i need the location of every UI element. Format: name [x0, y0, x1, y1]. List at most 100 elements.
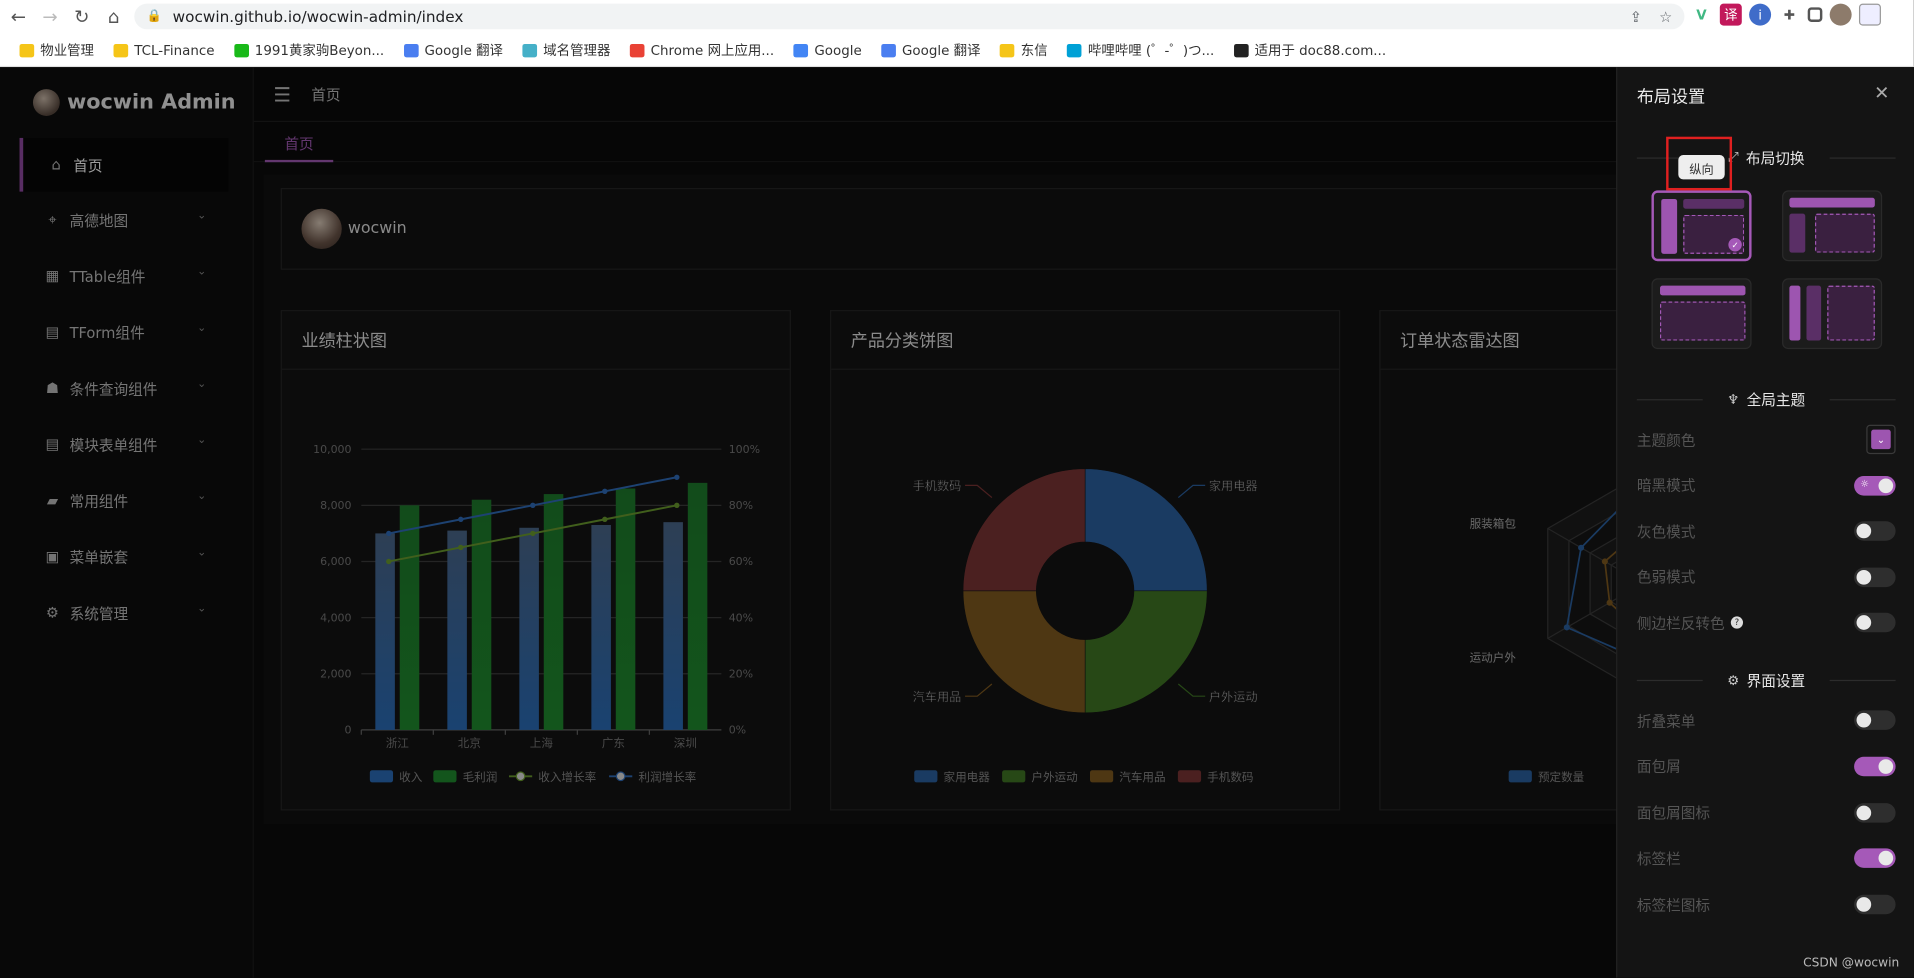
bookmark-item[interactable]: 1991黄家驹Beyon... — [224, 34, 394, 67]
layout-classic[interactable] — [1782, 190, 1883, 262]
ext-circle-icon[interactable]: i — [1749, 3, 1772, 26]
bookmark-label: Google — [814, 42, 862, 58]
chrome-store-icon — [629, 43, 645, 57]
star-icon[interactable]: ☆ — [1659, 8, 1672, 25]
translate-icon — [881, 43, 896, 57]
iqiyi-icon — [234, 43, 249, 57]
screenshot-ext-icon[interactable] — [1858, 3, 1881, 26]
bookmark-item[interactable]: Google 翻译 — [394, 34, 513, 67]
theme-icon: ♆ — [1727, 391, 1740, 408]
toggle-switch[interactable] — [1854, 710, 1896, 730]
layout-settings-drawer: 布局设置 ✕ ⤢ 布局切换 ✓ ♆ 全局主题 主题颜色 ⌄ 暗黑模式 ☼ 灰色模… — [1616, 67, 1914, 978]
browser-toolbar: ← → ↻ ⌂ 🔒 wocwin.github.io/wocwin-admin/… — [0, 0, 1914, 34]
setting-label: 主题颜色 — [1636, 431, 1696, 449]
doc88-icon — [1233, 43, 1249, 57]
puzzle-icon[interactable]: ✚ — [1778, 4, 1800, 26]
ui-row: 标签栏图标 — [1637, 892, 1896, 916]
watermark: CSDN @wocwin — [1803, 956, 1900, 971]
folder-icon — [19, 43, 35, 57]
theme-color-picker[interactable]: ⌄ — [1866, 424, 1896, 455]
setting-label: 标签栏 — [1636, 850, 1681, 868]
bookmark-label: 适用于 doc88.com... — [1254, 42, 1387, 59]
theme-row: 暗黑模式 ☼ — [1637, 473, 1896, 497]
theme-row: 主题颜色 ⌄ — [1636, 424, 1896, 455]
setting-label: 折叠菜单 — [1636, 712, 1696, 730]
bookmark-item[interactable]: 物业管理 — [10, 34, 104, 67]
folder-icon — [113, 43, 129, 57]
ui-row: 标签栏 — [1637, 846, 1896, 870]
bookmark-item[interactable]: Google — [784, 34, 872, 67]
setting-label: 面包屑图标 — [1636, 804, 1711, 822]
toggle-switch[interactable] — [1854, 894, 1896, 915]
setting-label: 侧边栏反转色 — [1636, 614, 1725, 632]
theme-row: 色弱模式 — [1637, 565, 1896, 589]
vue-devtools-icon[interactable]: V — [1691, 4, 1713, 26]
check-icon: ✓ — [1728, 238, 1742, 252]
toggle-switch[interactable] — [1854, 566, 1896, 587]
setting-label: 标签栏图标 — [1636, 896, 1711, 914]
layout-columns[interactable] — [1782, 278, 1883, 350]
home-icon[interactable]: ⌂ — [98, 1, 130, 33]
setting-label: 暗黑模式 — [1636, 477, 1696, 495]
setting-label: 灰色模式 — [1636, 523, 1696, 541]
drawer-title: 布局设置 — [1636, 87, 1706, 108]
bookmark-item[interactable]: 适用于 doc88.com... — [1224, 34, 1396, 67]
sidebar-toggle-icon[interactable] — [1807, 7, 1823, 22]
close-icon[interactable]: ✕ — [1874, 82, 1889, 104]
translate-ext-icon[interactable]: 译 — [1719, 3, 1742, 26]
bookmarks-bar: 物业管理 TCL-Finance 1991黄家驹Beyon... Google 翻译 域… — [0, 34, 1914, 68]
browser-chrome: ← → ↻ ⌂ 🔒 wocwin.github.io/wocwin-admin/… — [0, 0, 1914, 68]
bookmark-item[interactable]: TCL-Finance — [104, 34, 225, 67]
section-ui-heading: ⚙ 界面设置 — [1702, 667, 1830, 693]
bilibili-icon — [1067, 43, 1082, 57]
ui-row: 折叠菜单 — [1637, 708, 1896, 732]
layout-vertical[interactable]: ✓ — [1651, 190, 1752, 262]
bookmark-item[interactable]: 东信 — [990, 34, 1057, 67]
url-text: wocwin.github.io/wocwin-admin/index — [172, 7, 464, 26]
profile-avatar[interactable] — [1829, 3, 1852, 26]
toggle-switch[interactable] — [1854, 521, 1896, 541]
drawer-mask[interactable] — [0, 67, 1617, 978]
bookmark-label: 哔哩哔哩 (゜-゜)つ... — [1087, 42, 1215, 59]
toggle-switch[interactable]: ☼ — [1854, 475, 1896, 495]
google-icon — [793, 43, 809, 57]
bookmark-label: TCL-Finance — [134, 42, 215, 58]
bookmark-label: 东信 — [1020, 42, 1048, 59]
theme-row: 灰色模式 — [1637, 519, 1896, 543]
bookmark-label: Google 翻译 — [902, 42, 981, 59]
extensions-bar: V 译 i ✚ — [1691, 3, 1881, 26]
lock-icon: 🔒 — [146, 9, 162, 24]
layout-transverse[interactable] — [1651, 278, 1752, 350]
theme-row: 侧边栏反转色? — [1637, 610, 1896, 634]
sun-icon: ☼ — [1860, 477, 1869, 489]
reload-icon[interactable]: ↻ — [66, 1, 98, 33]
bookmark-label: 物业管理 — [40, 42, 94, 59]
translate-icon — [403, 43, 419, 57]
setting-label: 面包屑 — [1636, 758, 1681, 776]
forward-arrow-icon[interactable]: → — [34, 1, 66, 33]
ui-row: 面包屑 — [1637, 754, 1896, 778]
bookmark-item[interactable]: 哔哩哔哩 (゜-゜)つ... — [1057, 34, 1224, 67]
address-bar[interactable]: 🔒 wocwin.github.io/wocwin-admin/index ⇪ … — [134, 3, 1685, 30]
share-icon[interactable]: ⇪ — [1630, 8, 1642, 25]
bookmark-label: Google 翻译 — [424, 42, 503, 59]
toggle-switch[interactable] — [1854, 756, 1896, 777]
toggle-switch[interactable] — [1854, 802, 1896, 823]
bookmark-label: 1991黄家驹Beyon... — [254, 42, 385, 59]
chevron-down-icon: ⌄ — [1871, 429, 1891, 450]
domain-icon — [522, 43, 538, 57]
bookmark-item[interactable]: 域名管理器 — [513, 34, 620, 67]
toggle-switch[interactable] — [1854, 848, 1896, 869]
section-layout-label: 布局切换 — [1745, 149, 1805, 167]
folder-icon — [1000, 43, 1015, 57]
section-theme-heading: ♆ 全局主题 — [1702, 386, 1830, 412]
bookmark-item[interactable]: Chrome 网上应用... — [620, 34, 784, 67]
settings-icon: ⚙ — [1727, 671, 1740, 688]
help-icon[interactable]: ? — [1730, 616, 1744, 629]
toggle-switch[interactable] — [1854, 612, 1896, 633]
section-theme-label: 全局主题 — [1746, 391, 1806, 409]
back-arrow-icon[interactable]: ← — [2, 1, 34, 33]
bookmark-label: 域名管理器 — [543, 42, 611, 59]
section-ui-label: 界面设置 — [1746, 671, 1806, 690]
bookmark-item[interactable]: Google 翻译 — [872, 34, 991, 67]
